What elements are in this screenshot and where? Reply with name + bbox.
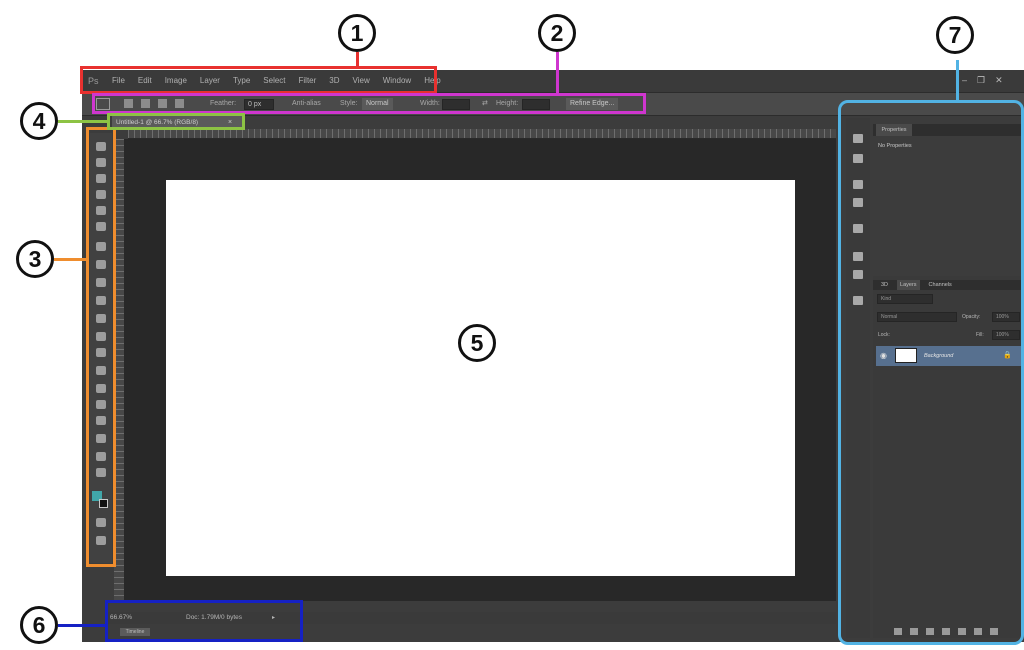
leader-line-1 — [356, 52, 359, 68]
leader-line-7 — [956, 60, 959, 102]
callout-5: 5 — [458, 324, 496, 362]
callout-7: 7 — [936, 16, 974, 54]
highlight-status-bar — [105, 600, 303, 642]
restore-button[interactable]: ❐ — [977, 74, 985, 86]
leader-line-6 — [58, 624, 106, 627]
callout-1: 1 — [338, 14, 376, 52]
highlight-document-tab — [107, 113, 245, 130]
close-button[interactable]: ✕ — [995, 74, 1003, 86]
highlight-tools-panel — [86, 127, 116, 567]
document-canvas[interactable] — [166, 180, 795, 576]
highlight-menu-bar — [80, 66, 437, 94]
callout-3: 3 — [16, 240, 54, 278]
window-controls: – ❐ ✕ — [962, 74, 1003, 86]
callout-6: 6 — [20, 606, 58, 644]
highlight-panels — [838, 100, 1024, 645]
minimize-button[interactable]: – — [962, 74, 967, 86]
highlight-options-bar — [92, 93, 646, 114]
callout-4: 4 — [20, 102, 58, 140]
callout-2: 2 — [538, 14, 576, 52]
horizontal-ruler[interactable] — [128, 129, 836, 139]
leader-line-3 — [54, 258, 88, 261]
leader-line-2b — [556, 66, 559, 96]
leader-line-4 — [58, 120, 108, 123]
